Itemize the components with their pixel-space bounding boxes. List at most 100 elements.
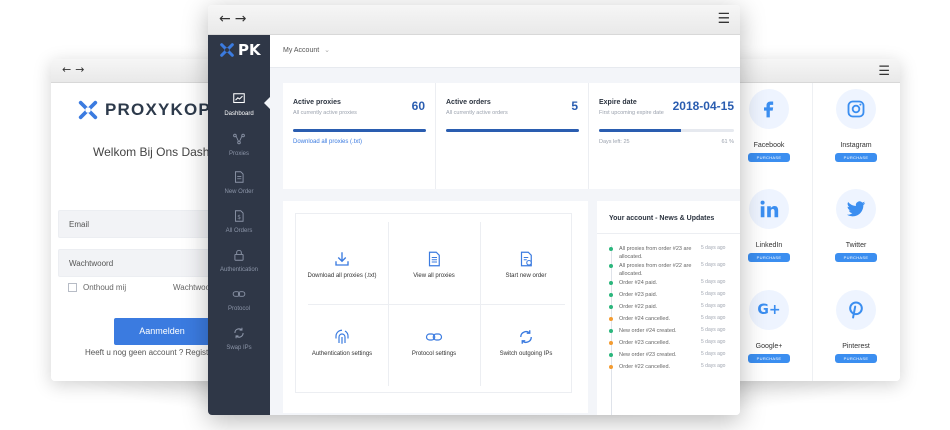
purchase-button[interactable]: PURCHASE: [748, 354, 790, 363]
stat-active-proxies: Active proxies All currently active prox…: [283, 83, 436, 189]
sidebar-item-swap-ips[interactable]: Swap IPs: [208, 326, 270, 351]
list-doc-icon: [428, 251, 440, 267]
stat-title: Active proxies: [293, 99, 341, 106]
action-label: Start new order: [505, 273, 547, 279]
news-text: New order #24 created.: [619, 328, 677, 334]
action-label: Download all proxies (.txt): [307, 273, 377, 279]
stat-value: 5: [571, 99, 578, 113]
nav-arrows-icon[interactable]: ←→: [62, 63, 88, 76]
stat-subtitle: All currently active orders: [446, 110, 508, 116]
pinterest-icon: [836, 290, 876, 330]
refresh-icon: [520, 330, 532, 344]
new-doc-icon: [520, 251, 532, 267]
status-dot: [609, 365, 613, 369]
news-time: 5 days ago: [701, 339, 726, 345]
remember-checkbox[interactable]: [68, 283, 77, 292]
progress-bar: [599, 129, 734, 132]
expire-percent: 61 %: [721, 139, 734, 145]
refresh-icon: [234, 327, 244, 339]
news-time: 5 days ago: [701, 303, 726, 309]
news-panel: Your account - News & Updates All proxie…: [597, 201, 740, 415]
facebook-icon: [749, 89, 789, 129]
nodes-icon: [233, 133, 245, 145]
status-dot: [609, 317, 613, 321]
social-window: ☰ Facebook PURCHASE Instagram PURCHASE L…: [726, 59, 900, 381]
status-dot: [609, 305, 613, 309]
sidebar-item-proxies[interactable]: Proxies: [208, 132, 270, 157]
purchase-button[interactable]: PURCHASE: [748, 253, 790, 262]
status-dot: [609, 264, 613, 268]
action-protocol-settings[interactable]: Protocol settings: [388, 328, 480, 357]
stat-subtitle: All currently active proxies: [293, 110, 357, 116]
remember-me[interactable]: Onthoud mij: [68, 283, 126, 292]
divider: [308, 304, 565, 305]
stat-expire-date: Expire date First upcoming expire date 2…: [589, 83, 740, 189]
news-time: 5 days ago: [701, 327, 726, 333]
purchase-button[interactable]: PURCHASE: [835, 153, 877, 162]
quick-actions-grid: Download all proxies (.txt) View all pro…: [295, 213, 572, 393]
twitter-icon: [836, 189, 876, 229]
dashboard: PK Dashboard Proxies New Order $ All Ord…: [208, 35, 740, 415]
quick-actions-panel: Download all proxies (.txt) View all pro…: [283, 201, 588, 413]
sidebar-item-all-orders[interactable]: $ All Orders: [208, 209, 270, 234]
sidebar-label: Proxies: [228, 151, 249, 157]
stat-value: 2018-04-15: [672, 99, 734, 113]
sidebar-label: Authentication: [219, 267, 259, 273]
news-time: 5 days ago: [701, 351, 726, 357]
google-plus-icon: G+: [749, 290, 789, 330]
titlebar: ←→ ☰: [208, 5, 740, 35]
progress-fill: [599, 129, 682, 132]
action-label: Switch outgoing IPs: [499, 351, 553, 357]
chart-icon: [233, 93, 245, 104]
purchase-button[interactable]: PURCHASE: [835, 253, 877, 262]
social-panel: Facebook PURCHASE Instagram PURCHASE Lin…: [726, 83, 900, 381]
chevron-down-icon: ⌄: [324, 47, 331, 54]
linkedin-icon: [749, 189, 789, 229]
sidebar-item-new-order[interactable]: New Order: [208, 170, 270, 195]
days-left: Days left: 25: [599, 139, 630, 145]
sidebar-item-dashboard[interactable]: Dashboard: [208, 92, 270, 117]
social-instagram: Instagram PURCHASE: [813, 89, 899, 162]
stat-value: 60: [411, 99, 425, 113]
news-text: New order #23 created.: [619, 352, 677, 358]
stats-panel: Active proxies All currently active prox…: [283, 83, 740, 189]
status-dot: [609, 281, 613, 285]
action-new-order[interactable]: Start new order: [480, 250, 572, 279]
purchase-button[interactable]: PURCHASE: [748, 153, 790, 162]
action-download-proxies[interactable]: Download all proxies (.txt): [296, 250, 388, 279]
sidebar-item-protocol[interactable]: Protocol: [208, 287, 270, 312]
news-text: Order #23 paid.: [619, 292, 658, 298]
status-dot: [609, 353, 613, 357]
menu-icon[interactable]: ☰: [878, 64, 890, 79]
news-text: All proxies from order #22 are allocated…: [619, 263, 692, 277]
stat-active-orders: Active orders All currently active order…: [436, 83, 589, 189]
app-logo[interactable]: PK: [219, 41, 261, 59]
sidebar-item-authentication[interactable]: Authentication: [208, 248, 270, 273]
progress-bar: [293, 129, 426, 132]
progress-fill: [446, 129, 579, 132]
purchase-button[interactable]: PURCHASE: [835, 354, 877, 363]
action-switch-ips[interactable]: Switch outgoing IPs: [480, 328, 572, 357]
social-pinterest: Pinterest PURCHASE: [813, 290, 899, 363]
login-button[interactable]: Aanmelden: [114, 318, 210, 345]
news-time: 5 days ago: [701, 262, 726, 268]
action-authentication-settings[interactable]: Authentication settings: [296, 328, 388, 357]
link-icon: [425, 333, 443, 341]
proxy-logo-icon: [78, 100, 98, 120]
sidebar-label: New Order: [224, 189, 254, 195]
status-dot: [609, 329, 613, 333]
menu-icon[interactable]: ☰: [717, 11, 730, 27]
topbar: My Account ⌄: [270, 35, 740, 68]
account-menu[interactable]: My Account ⌄: [283, 46, 330, 54]
action-view-proxies[interactable]: View all proxies: [388, 250, 480, 279]
download-icon: [335, 252, 349, 266]
remember-label: Onthoud mij: [83, 283, 127, 292]
status-dot: [609, 247, 613, 251]
progress-bar: [446, 129, 579, 132]
sidebar-label: Dashboard: [224, 111, 254, 117]
signup-prompt[interactable]: Heeft u nog geen account ? Registreer: [85, 348, 222, 357]
lock-icon: [234, 249, 244, 261]
nav-arrows-icon[interactable]: ←→: [219, 11, 250, 27]
news-time: 5 days ago: [701, 291, 726, 297]
download-proxies-link[interactable]: Download all proxies (.txt): [293, 139, 362, 145]
